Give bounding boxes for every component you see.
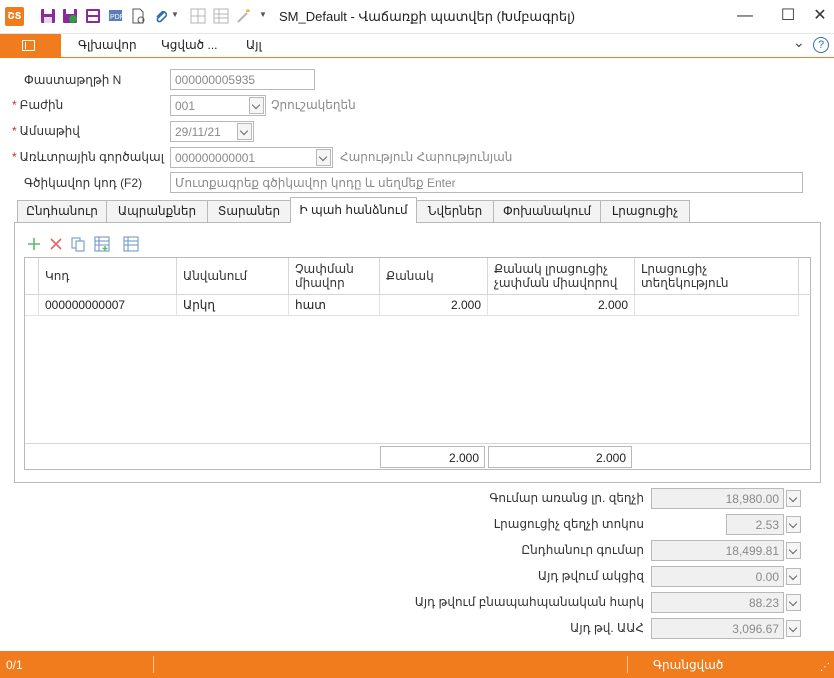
tab-products[interactable]: Ապրանքներ [106, 200, 208, 222]
add-row-icon[interactable] [26, 236, 42, 252]
print-preview-icon[interactable]: PDF [108, 8, 124, 24]
doc-number-field[interactable]: 000000005935 [170, 69, 315, 90]
ribbon-collapse-icon[interactable]: ⌄ [793, 34, 805, 51]
barcode-input[interactable]: Մուտքագրեք գծիկավոր կոդը և սեղմեք Enter [170, 172, 803, 193]
deposit-grid[interactable]: Կոդ Անվանում Չափման միավոր Քանակ Քանակ լ… [24, 257, 811, 470]
tab-other[interactable]: Այլ [246, 38, 262, 52]
summary-value-subtotal[interactable]: 18,980.00 [651, 488, 784, 509]
cell-info[interactable] [635, 295, 799, 316]
tab-attached[interactable]: Կցված ... [161, 38, 217, 52]
cell-qty-extra[interactable]: 2.000 [488, 295, 635, 316]
insert-row-icon[interactable] [94, 236, 110, 252]
window-title: SM_Default - Վաճառքի պատվեր (Խմբագրել) [279, 9, 575, 24]
file-menu-button[interactable] [0, 34, 61, 57]
summary-value-discount[interactable]: 2.53 [726, 514, 784, 535]
tab-gifts[interactable]: Նվերներ [416, 200, 494, 222]
status-separator [627, 656, 628, 673]
save-as-icon[interactable] [85, 8, 101, 24]
cell-unit[interactable]: հատ [289, 295, 380, 316]
resize-grip-icon[interactable]: ⋰ [820, 662, 830, 673]
subtotal-dropdown-icon[interactable] [786, 490, 801, 507]
summary-value-excise[interactable]: 0.00 [651, 566, 784, 587]
app-logo[interactable]: ՇՏ [5, 7, 24, 26]
help-icon[interactable]: ? [813, 37, 829, 53]
copy-row-icon[interactable] [70, 236, 86, 252]
save-close-icon[interactable] [62, 8, 78, 24]
summary-value-vat[interactable]: 3,096.67 [651, 618, 784, 639]
delete-row-icon[interactable] [48, 236, 64, 252]
partner-dropdown-icon[interactable] [316, 149, 331, 166]
total-qty-extra: 2.000 [488, 446, 632, 468]
row-indicator[interactable] [25, 295, 39, 316]
cell-code[interactable]: 000000000007 [39, 295, 177, 316]
partner-hint: Հարություն Հարությունյան [340, 150, 513, 164]
date-label: * Ամսաթիվ [12, 124, 80, 138]
column-header-code[interactable]: Կոդ [39, 258, 177, 295]
export-rows-icon[interactable] [123, 236, 139, 252]
summary-label-vat: Այդ թվ. ԱԱՀ [570, 621, 644, 635]
maximize-button[interactable]: ☐ [774, 4, 802, 28]
summary-value-total[interactable]: 18,499.81 [651, 540, 784, 561]
summary-label-total: Ընդհանուր գումար [521, 543, 644, 557]
total-dropdown-icon[interactable] [786, 542, 801, 559]
total-qty: 2.000 [380, 446, 485, 468]
date-dropdown-icon[interactable] [237, 123, 252, 140]
doc-number-label: Փաստաթղթի N [24, 73, 122, 87]
cell-name[interactable]: Արկղ [177, 295, 289, 316]
row-indicator-header [25, 258, 39, 295]
menu-icon [22, 40, 35, 51]
ribbon-divider [0, 57, 834, 58]
grid-alt-icon [213, 8, 229, 24]
summary-label-excise: Այդ թվում ակցիզ [537, 569, 644, 583]
wand-icon [237, 9, 250, 23]
partner-field[interactable]: 000000000001 [170, 147, 333, 168]
barcode-label: Գծիկավոր կոդ (F2) [24, 176, 143, 190]
division-hint: Չրուշակեղեն [271, 98, 356, 112]
excise-dropdown-icon[interactable] [786, 568, 801, 585]
column-header-qty[interactable]: Քանակ [380, 258, 488, 295]
tab-general[interactable]: Ընդհանուր [17, 200, 107, 222]
tab-home[interactable]: Գլխավոր [78, 38, 137, 52]
save-icon[interactable] [40, 8, 56, 24]
partner-label: * Առևտրային գործակալ [12, 150, 164, 164]
tab-deposit[interactable]: Ի պահ հանձնում [290, 197, 417, 223]
record-counter: 0/1 [6, 658, 23, 672]
tab-exchange[interactable]: Փոխանակում [493, 200, 601, 222]
minimize-button[interactable]: — [731, 4, 759, 28]
close-button[interactable]: ✕ [806, 4, 834, 28]
division-label: * Բաժին [12, 98, 64, 112]
grid-scroll-header [799, 258, 811, 295]
grid-footer-divider [25, 443, 810, 444]
attach-dropdown-icon[interactable]: ▼ [171, 10, 179, 19]
document-state: Գրանցված [653, 658, 724, 672]
tab-additional[interactable]: Լրացուցիչ [600, 200, 690, 222]
summary-label-subtotal: Գումար առանց լր. զեղչի [489, 491, 644, 505]
grid-icon [190, 8, 206, 24]
vat-dropdown-icon[interactable] [786, 620, 801, 637]
column-header-qty-extra[interactable]: Քանակ լրացուցիչ չափման միավորով [488, 258, 635, 295]
document-icon[interactable] [130, 8, 146, 24]
status-separator [153, 656, 154, 673]
customize-icon[interactable]: ▼ [259, 10, 267, 19]
column-header-name[interactable]: Անվանում [177, 258, 289, 295]
column-header-info[interactable]: Լրացուցիչ տեղեկություն [635, 258, 799, 295]
svg-text:PDF: PDF [110, 14, 124, 21]
discount-dropdown-icon[interactable] [786, 516, 801, 533]
summary-label-discount: Լրացուցիչ զեղչի տոկոս [493, 517, 644, 531]
tab-containers[interactable]: Տարաներ [207, 200, 291, 222]
division-dropdown-icon[interactable] [249, 97, 264, 114]
env-tax-dropdown-icon[interactable] [786, 594, 801, 611]
summary-value-env-tax[interactable]: 88.23 [651, 592, 784, 613]
cell-qty[interactable]: 2.000 [380, 295, 488, 316]
attach-icon[interactable] [153, 8, 169, 24]
summary-label-env-tax: Այդ թվում բնապահպանական հարկ [414, 595, 644, 609]
column-header-unit[interactable]: Չափման միավոր [289, 258, 380, 295]
